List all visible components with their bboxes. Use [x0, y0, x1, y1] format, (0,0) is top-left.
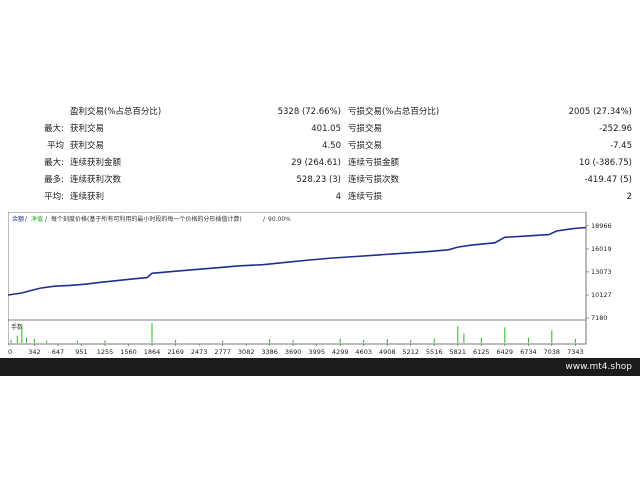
stat-label: 获利交易 — [70, 141, 105, 151]
y-tick-label: 18966 — [591, 222, 612, 230]
x-tick-label: 5212 — [402, 348, 419, 356]
x-tick-label: 4299 — [332, 348, 349, 356]
x-tick-label: 342 — [28, 348, 40, 356]
x-tick-label: 6734 — [520, 348, 537, 356]
y-tick-label: 16019 — [591, 245, 612, 253]
legend-balance: 余额 — [12, 215, 24, 223]
balance-chart-svg: 余额 / 净值 / 每个刻度价格(基于所有可利用的最小时段的每一个价格的分形插值… — [8, 212, 612, 356]
stat-value: 4.50 — [322, 141, 341, 151]
stat-label-right: 亏损交易(%占总百分比) — [348, 107, 440, 117]
x-tick-label: 5821 — [450, 348, 467, 356]
x-tick-label: 7038 — [544, 348, 561, 356]
stat-value-right: -419.47 (5) — [584, 175, 632, 185]
stat-value-right: 2 — [626, 192, 632, 202]
legend-equity: 净值 — [31, 215, 43, 223]
stat-prefix: 最大: — [44, 158, 64, 168]
plot-frame — [8, 212, 587, 345]
stats-row: 最大: 连续获利金额 29 (264.61) 连续亏损金额 10 (-386.75) — [0, 155, 640, 172]
stats-row: 最大: 获利交易 401.05 亏损交易 -252.96 — [0, 121, 640, 138]
x-tick-label: 7343 — [567, 348, 584, 356]
report-stats: 盈利交易(%占总百分比) 5328 (72.66%) 亏损交易(%占总百分比) 200… — [0, 104, 640, 208]
x-tick-label: 2473 — [191, 348, 208, 356]
volume-label: 手数 — [11, 323, 23, 331]
x-tick-label: 0 — [8, 348, 12, 356]
y-tick-label: 10127 — [591, 291, 612, 299]
x-tick-label: 3386 — [261, 348, 278, 356]
x-tick-label: 4908 — [379, 348, 396, 356]
stat-label: 盈利交易(%占总百分比) — [70, 107, 162, 117]
stat-value-right: 2005 (27.34%) — [568, 107, 632, 117]
stat-label: 连续获利金额 — [70, 158, 122, 168]
stat-label-right: 连续亏损金额 — [348, 158, 400, 168]
x-tick-label: 2777 — [214, 348, 231, 356]
x-tick-label: 951 — [75, 348, 87, 356]
x-tick-label: 1255 — [97, 348, 114, 356]
stats-row: 平均: 连续获利 4 连续亏损 2 — [0, 189, 640, 206]
x-tick-label: 1560 — [120, 348, 137, 356]
stat-value: 528.23 (3) — [296, 175, 341, 185]
stat-label: 连续获利 — [70, 192, 105, 202]
site-watermark: www.mt4.shop — [565, 362, 632, 372]
stats-row: 最多: 连续获利次数 528.23 (3) 连续亏损次数 -419.47 (5) — [0, 172, 640, 189]
stat-value: 401.05 — [311, 124, 341, 134]
y-tick-label: 13073 — [591, 268, 612, 276]
stat-label: 获利交易 — [70, 124, 105, 134]
bottom-blank-area — [0, 376, 640, 480]
stat-label: 连续获利次数 — [70, 175, 122, 185]
stat-label-right: 亏损交易 — [348, 124, 383, 134]
x-tick-label: 6429 — [497, 348, 514, 356]
x-tick-label: 647 — [52, 348, 64, 356]
stat-label-right: 连续亏损次数 — [348, 175, 400, 185]
stat-prefix: 最多: — [44, 175, 64, 185]
stats-row: 平均 获利交易 4.50 亏损交易 -7.45 — [0, 138, 640, 155]
stat-prefix: 平均 — [46, 141, 64, 151]
y-tick-label: 7180 — [591, 314, 608, 322]
legend-model: 每个刻度价格(基于所有可利用的最小时段的每一个价格的分形插值计算) — [51, 215, 242, 223]
stat-value-right: -7.45 — [610, 141, 632, 151]
top-blank-area — [0, 0, 640, 104]
balance-chart: 余额 / 净值 / 每个刻度价格(基于所有可利用的最小时段的每一个价格的分形插值… — [8, 212, 632, 359]
x-tick-label: 5516 — [426, 348, 443, 356]
x-tick-label: 6125 — [473, 348, 490, 356]
stat-value-right: 10 (-386.75) — [579, 158, 632, 168]
stats-row: 盈利交易(%占总百分比) 5328 (72.66%) 亏损交易(%占总百分比) 200… — [0, 104, 640, 121]
x-tick-label: 3690 — [285, 348, 302, 356]
stat-value: 29 (264.61) — [291, 158, 341, 168]
x-tick-label: 2169 — [167, 348, 184, 356]
stat-value-right: -252.96 — [599, 124, 632, 134]
stat-value: 4 — [335, 192, 341, 202]
stat-label-right: 连续亏损 — [348, 192, 383, 202]
footer-bar: www.mt4.shop — [0, 358, 640, 376]
stat-prefix: 最大: — [44, 124, 64, 134]
x-tick-label: 3995 — [308, 348, 325, 356]
x-tick-label: 4603 — [355, 348, 372, 356]
x-tick-label: 3082 — [238, 348, 255, 356]
stat-value: 5328 (72.66%) — [277, 107, 341, 117]
stat-label-right: 亏损交易 — [348, 141, 383, 151]
stat-prefix: 平均: — [44, 192, 64, 202]
x-tick-label: 1864 — [144, 348, 161, 356]
legend-quality: 90.00% — [268, 216, 291, 223]
